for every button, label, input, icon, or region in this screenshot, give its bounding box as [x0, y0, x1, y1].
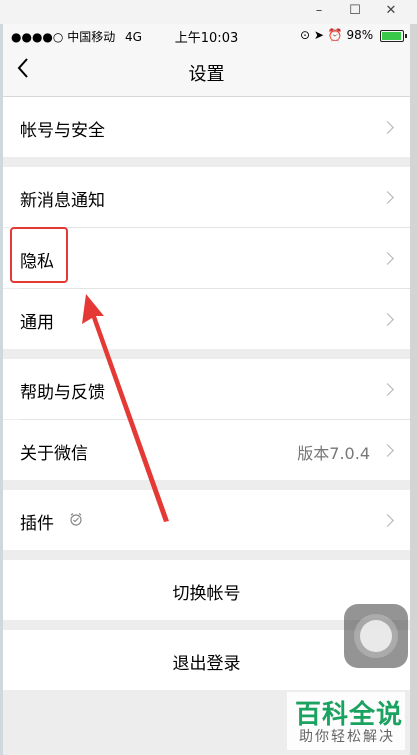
watermark-subtitle: 助你轻松解决: [299, 729, 395, 745]
annotation-arrow: [82, 294, 169, 522]
watermark-logo: 百科全说 助你轻松解决: [287, 692, 405, 750]
